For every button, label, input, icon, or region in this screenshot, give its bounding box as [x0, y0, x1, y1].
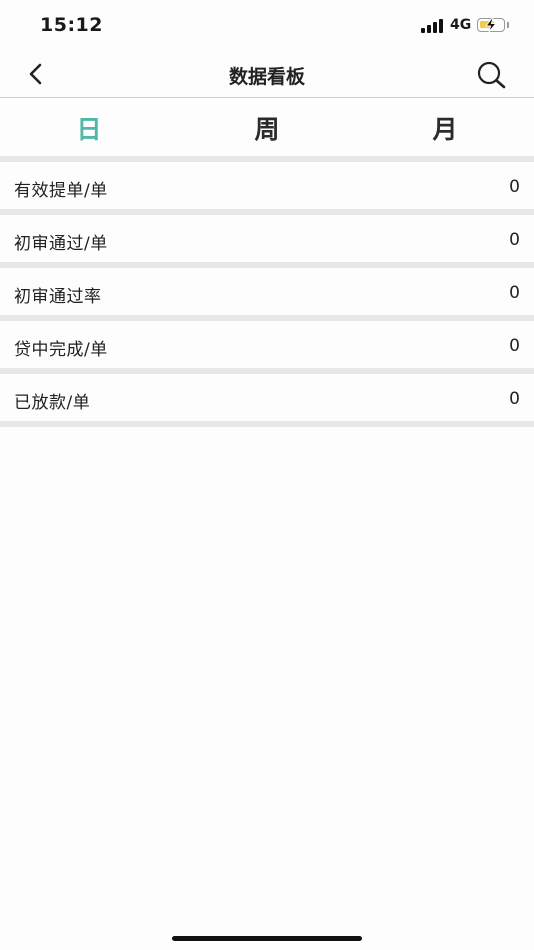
- period-tabs: 日 周 月: [0, 98, 534, 156]
- status-time: 15:12: [40, 14, 103, 36]
- metric-label: 已放款/单: [14, 393, 91, 413]
- status-bar: 15:12 4G: [0, 0, 534, 50]
- metric-row-initial-approval-rate: 初审通过率 0: [0, 268, 534, 315]
- search-icon: [477, 61, 506, 89]
- search-button[interactable]: [474, 59, 510, 91]
- metric-row-valid-orders: 有效提单/单 0: [0, 162, 534, 209]
- metric-label: 初审通过率: [14, 287, 102, 307]
- charging-bolt-icon: [485, 17, 498, 33]
- metric-value: 0: [509, 283, 520, 303]
- metric-row-initial-approved: 初审通过/单 0: [0, 215, 534, 262]
- metric-value: 0: [509, 389, 520, 409]
- tab-month[interactable]: 月: [356, 110, 534, 146]
- network-type: 4G: [450, 17, 472, 33]
- cellular-signal-icon: [421, 19, 445, 33]
- tab-day[interactable]: 日: [0, 110, 178, 146]
- metric-label: 初审通过/单: [14, 234, 108, 254]
- metric-row-in-loan-completed: 贷中完成/单 0: [0, 321, 534, 368]
- metric-value: 0: [509, 336, 520, 356]
- page-title: 数据看板: [228, 66, 305, 88]
- metric-label: 有效提单/单: [14, 181, 108, 201]
- metric-row-disbursed: 已放款/单 0: [0, 374, 534, 421]
- tab-week[interactable]: 周: [178, 110, 356, 146]
- home-indicator[interactable]: [172, 936, 362, 941]
- row-divider: [0, 421, 534, 427]
- metric-value: 0: [509, 177, 520, 197]
- navigation-bar: 数据看板: [0, 50, 534, 98]
- metrics-list: 有效提单/单 0 初审通过/单 0 初审通过率 0 贷中完成/单 0 已放款/单…: [0, 156, 534, 427]
- battery-tip: [507, 22, 509, 28]
- metric-value: 0: [509, 230, 520, 250]
- metric-label: 贷中完成/单: [14, 340, 108, 360]
